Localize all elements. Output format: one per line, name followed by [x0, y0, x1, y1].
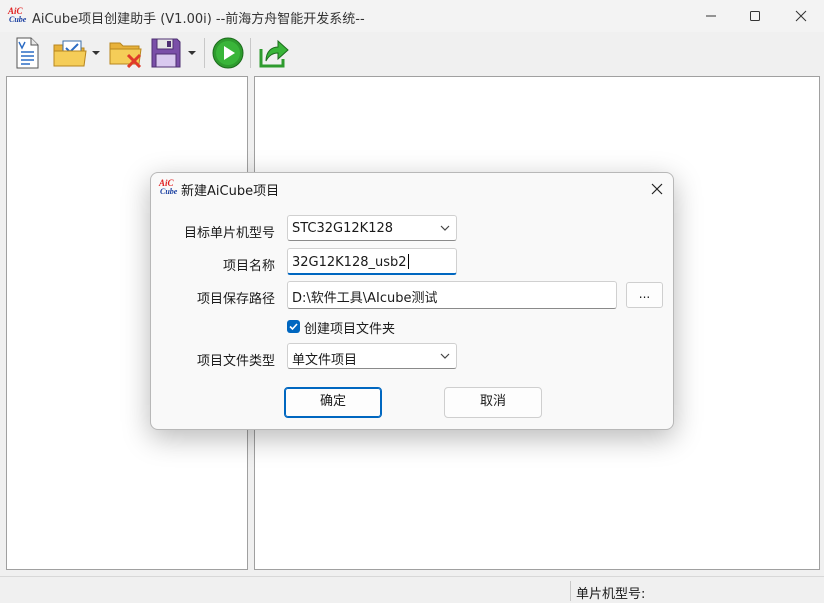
chevron-down-icon: [440, 353, 450, 359]
create-folder-label[interactable]: 创建项目文件夹: [304, 318, 395, 337]
chevron-down-icon: [188, 51, 196, 55]
target-mcu-select[interactable]: STC32G12K128: [287, 215, 457, 241]
chevron-down-icon: [440, 225, 450, 231]
title-bar: AiC Cube AiCube项目创建助手 (V1.00i) --前海方舟智能开…: [0, 0, 824, 32]
close-project-button[interactable]: [108, 36, 144, 70]
save-path-input[interactable]: D:\软件工具\AIcube测试: [287, 281, 617, 309]
maximize-button[interactable]: [732, 0, 778, 32]
save-icon: [151, 38, 181, 68]
minimize-button[interactable]: [688, 0, 734, 32]
new-file-button[interactable]: [10, 36, 44, 70]
dialog-logo: AiC Cube: [159, 178, 177, 198]
toolbar-separator: [250, 38, 251, 68]
open-project-dropdown[interactable]: [90, 36, 102, 70]
new-file-icon: [16, 37, 39, 69]
browse-button[interactable]: ...: [626, 282, 663, 308]
target-mcu-label: 目标单片机型号: [183, 226, 275, 241]
save-button[interactable]: [148, 36, 184, 70]
checkmark-icon: [289, 323, 298, 331]
status-separator: [570, 581, 571, 601]
export-button[interactable]: [256, 36, 292, 70]
run-button[interactable]: [210, 36, 246, 70]
target-mcu-value: STC32G12K128: [292, 221, 394, 236]
project-name-label: 项目名称: [222, 259, 275, 274]
create-folder-checkbox[interactable]: [287, 320, 300, 333]
chevron-down-icon: [92, 51, 100, 55]
toolbar-separator: [204, 38, 205, 68]
run-icon: [212, 37, 244, 69]
close-icon: [795, 10, 807, 22]
close-project-icon: [109, 42, 142, 68]
dialog-title: 新建AiCube项目: [181, 184, 280, 199]
ok-button[interactable]: 确定: [284, 387, 382, 418]
save-path-label: 项目保存路径: [196, 292, 275, 307]
status-bar: 单片机型号:: [0, 576, 824, 603]
new-project-dialog: AiC Cube 新建AiCube项目 目标单片机型号 STC32G12K128…: [150, 172, 674, 430]
logo-bottom-text: Cube: [9, 15, 27, 24]
chip-model-status: 单片机型号:: [576, 587, 646, 602]
file-type-value: 单文件项目: [292, 353, 358, 368]
dialog-logo-bottom: Cube: [160, 187, 178, 196]
window-title: AiCube项目创建助手 (V1.00i) --前海方舟智能开发系统--: [32, 12, 365, 27]
save-path-value: D:\软件工具\AIcube测试: [292, 291, 438, 306]
minimize-icon: [706, 15, 716, 17]
project-name-value: 32G12K128_usb2: [292, 254, 409, 270]
toolbar: [0, 32, 824, 74]
close-window-button[interactable]: [778, 0, 824, 32]
project-name-input[interactable]: 32G12K128_usb2: [287, 248, 457, 275]
file-type-select[interactable]: 单文件项目: [287, 343, 457, 369]
save-dropdown[interactable]: [186, 36, 198, 70]
cancel-button[interactable]: 取消: [444, 387, 542, 418]
dialog-close-button[interactable]: [647, 179, 667, 199]
open-project-button[interactable]: [52, 36, 88, 70]
close-icon: [651, 183, 663, 195]
export-icon: [259, 39, 289, 68]
file-type-label: 项目文件类型: [196, 354, 275, 369]
open-project-icon: [53, 40, 87, 67]
maximize-icon: [750, 11, 760, 21]
app-logo: AiC Cube: [8, 6, 26, 26]
